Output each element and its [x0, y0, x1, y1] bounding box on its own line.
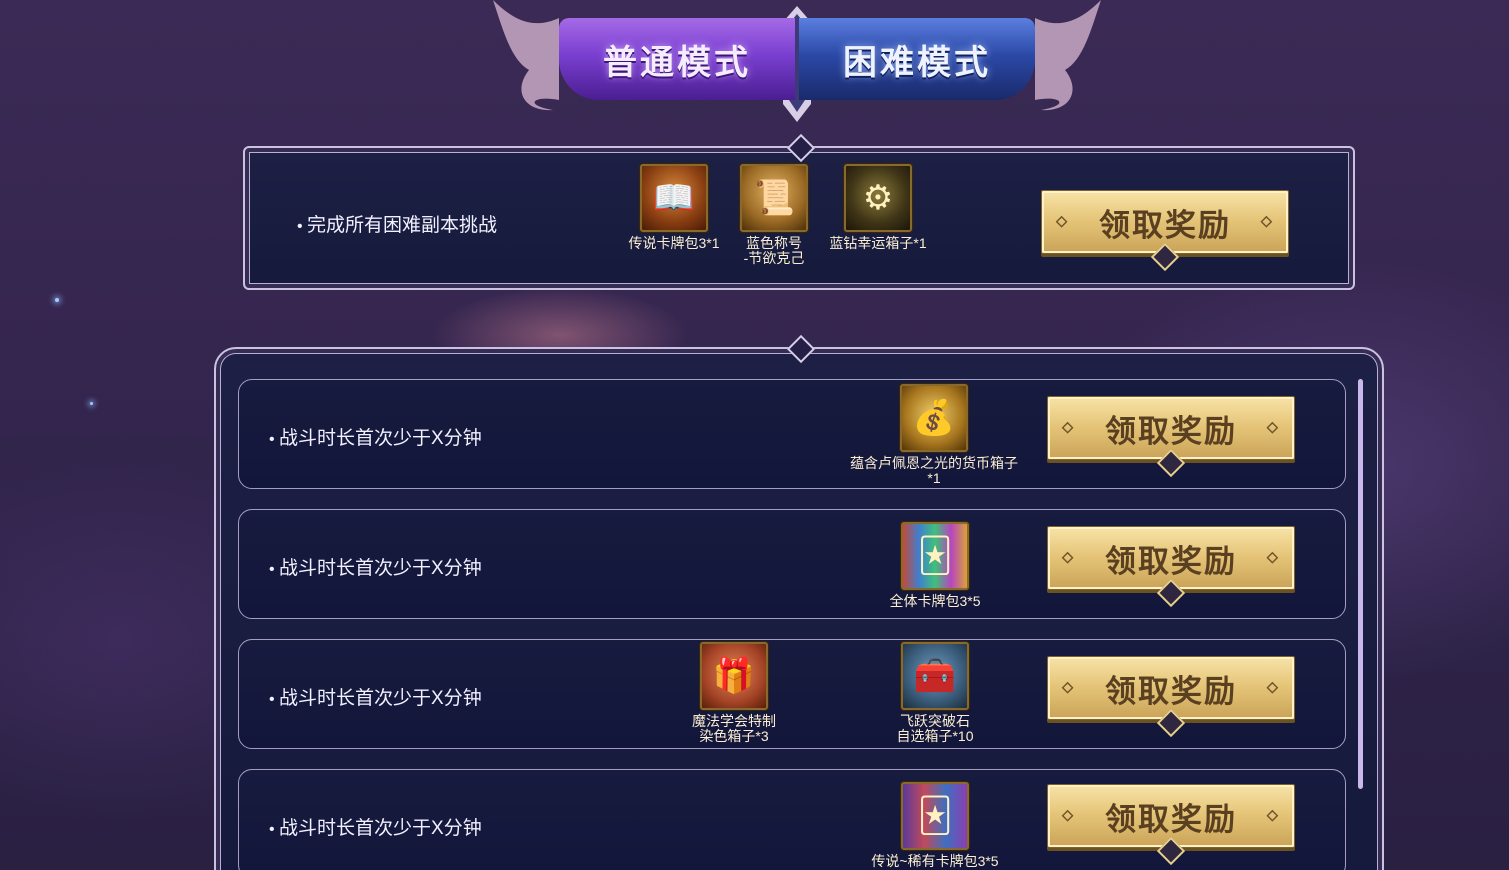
button-ornament-icon: ⬦: [1062, 549, 1076, 566]
button-ornament-icon: ⬦: [1266, 549, 1280, 566]
gem-icon: [1156, 578, 1186, 608]
reward-label: 蕴含卢佩恩之光的货币箱子 *1: [839, 456, 1029, 486]
reward-label-line: 自选箱子*10: [896, 728, 974, 744]
reward-item[interactable]: 📜 蓝色称号 -节欲克己: [719, 164, 829, 266]
title-scroll-icon: 📜: [740, 164, 808, 232]
button-ornament-icon: ⬦: [1062, 419, 1076, 436]
task-description: 战斗时长首次少于X分钟: [269, 553, 482, 580]
task-row: 战斗时长首次少于X分钟 🃏 全体卡牌包3*5 ⬦ 领取奖励 ⬦: [238, 509, 1346, 619]
tab-normal-mode[interactable]: 普通模式: [559, 18, 795, 100]
reward-label-line: 蕴含卢佩恩之光的货币箱子: [850, 455, 1018, 471]
claim-button-label: 领取奖励: [1105, 673, 1237, 709]
panel-ornament: [786, 334, 816, 364]
gem-icon: [1150, 242, 1180, 272]
claim-reward-button[interactable]: ⬦ 领取奖励 ⬦: [1041, 190, 1289, 272]
reward-label: 传说~稀有卡牌包3*5: [871, 853, 999, 869]
background-star: [55, 298, 59, 302]
task-row: 战斗时长首次少于X分钟 💰 蕴含卢佩恩之光的货币箱子 *1 ⬦ 领取奖励 ⬦: [238, 379, 1346, 489]
reward-item[interactable]: 🃏 全体卡牌包3*5: [875, 522, 995, 609]
task-description: 战斗时长首次少于X分钟: [269, 423, 482, 450]
reward-label: 飞跃突破石 自选箱子*10: [877, 714, 993, 744]
reward-item[interactable]: 🎁 魔法学会特制 染色箱子*3: [679, 642, 789, 744]
panel-ornament: [786, 133, 816, 163]
claim-reward-button[interactable]: ⬦ 领取奖励 ⬦: [1047, 396, 1295, 478]
scrollbar[interactable]: [1358, 379, 1363, 789]
reward-item[interactable]: 🃏 传说~稀有卡牌包3*5: [855, 782, 1015, 869]
time-challenge-panel: 战斗时长首次少于X分钟 💰 蕴含卢佩恩之光的货币箱子 *1 ⬦ 领取奖励 ⬦ 战…: [214, 334, 1384, 870]
reward-label-line: 染色箱子*3: [699, 728, 769, 744]
claim-button-label: 领取奖励: [1105, 413, 1237, 449]
mode-tabs: 普通模式 困难模式: [493, 0, 1101, 122]
reward-item[interactable]: 🧰 飞跃突破石 自选箱子*10: [877, 642, 993, 744]
gem-icon: [1156, 448, 1186, 478]
legend-card-pack-icon: 📖: [640, 164, 708, 232]
reward-label: 传说卡牌包3*1: [628, 235, 720, 251]
reward-label-line: 飞跃突破石: [900, 713, 970, 729]
button-ornament-icon: ⬦: [1266, 419, 1280, 436]
reward-label-line: 魔法学会特制: [692, 713, 776, 729]
gift-box-icon: 🎁: [700, 642, 768, 710]
claim-button-label: 领取奖励: [1105, 801, 1237, 837]
breakthrough-stone-chest-icon: 🧰: [901, 642, 969, 710]
blue-diamond-chest-icon: ⚙: [844, 164, 912, 232]
hard-clear-reward-panel: 完成所有困难副本挑战 📖 传说卡牌包3*1 📜 蓝色称号 -节欲克己 ⚙ 蓝钻幸…: [243, 133, 1355, 290]
task-description: 战斗时长首次少于X分钟: [269, 813, 482, 840]
rare-card-pack-icon: 🃏: [901, 782, 969, 850]
reward-label: 蓝色称号 -节欲克己: [719, 236, 829, 266]
claim-reward-button[interactable]: ⬦ 领取奖励 ⬦: [1047, 526, 1295, 608]
reward-item[interactable]: ⚙ 蓝钻幸运箱子*1: [823, 164, 933, 251]
reward-label: 蓝钻幸运箱子*1: [829, 235, 927, 251]
reward-label-line: -节欲克己: [743, 250, 805, 266]
gem-icon: [1156, 836, 1186, 866]
currency-chest-icon: 💰: [900, 384, 968, 452]
button-ornament-icon: ⬦: [1056, 213, 1070, 230]
tab-hard-mode[interactable]: 困难模式: [799, 18, 1035, 100]
claim-button-label: 领取奖励: [1105, 543, 1237, 579]
button-ornament-icon: ⬦: [1260, 213, 1274, 230]
all-card-pack-icon: 🃏: [901, 522, 969, 590]
task-row: 战斗时长首次少于X分钟 🃏 传说~稀有卡牌包3*5 ⬦ 领取奖励 ⬦: [238, 769, 1346, 870]
reward-label: 全体卡牌包3*5: [889, 593, 981, 609]
claim-reward-button[interactable]: ⬦ 领取奖励 ⬦: [1047, 656, 1295, 738]
gem-icon: [1156, 708, 1186, 738]
button-ornament-icon: ⬦: [1266, 679, 1280, 696]
claim-button-label: 领取奖励: [1099, 207, 1231, 243]
reward-label-line: 蓝色称号: [746, 235, 802, 251]
reward-item[interactable]: 💰 蕴含卢佩恩之光的货币箱子 *1: [839, 384, 1029, 486]
task-description: 完成所有困难副本挑战: [297, 210, 497, 237]
reward-label-line: *1: [927, 470, 941, 486]
button-ornament-icon: ⬦: [1062, 807, 1076, 824]
task-row: 战斗时长首次少于X分钟 🎁 魔法学会特制 染色箱子*3 🧰 飞跃突破石 自选箱子…: [238, 639, 1346, 749]
task-description: 战斗时长首次少于X分钟: [269, 683, 482, 710]
button-ornament-icon: ⬦: [1062, 679, 1076, 696]
reward-label: 魔法学会特制 染色箱子*3: [679, 714, 789, 744]
button-ornament-icon: ⬦: [1266, 807, 1280, 824]
claim-reward-button[interactable]: ⬦ 领取奖励 ⬦: [1047, 784, 1295, 866]
reward-item[interactable]: 📖 传说卡牌包3*1: [619, 164, 729, 251]
background-star: [90, 402, 93, 405]
